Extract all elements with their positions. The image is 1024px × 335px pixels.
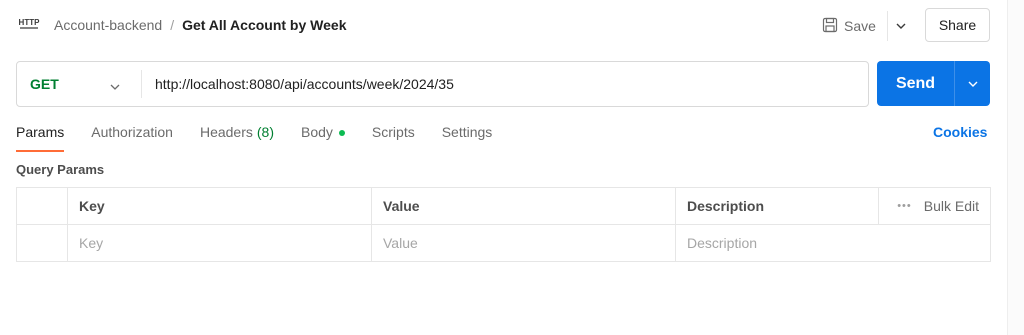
breadcrumb-collection[interactable]: Account-backend bbox=[54, 17, 162, 33]
svg-text:HTTP: HTTP bbox=[19, 18, 40, 27]
tab-body[interactable]: Body bbox=[301, 124, 345, 151]
column-header-value: Value bbox=[371, 187, 676, 225]
tab-headers-label: Headers bbox=[199, 124, 253, 140]
save-button[interactable]: Save bbox=[816, 10, 888, 42]
tab-headers[interactable]: Headers (8) bbox=[200, 124, 274, 151]
url-input[interactable] bbox=[155, 74, 855, 94]
query-params-table: Key Value Description ••• Bulk Edit bbox=[16, 187, 991, 262]
save-options-chevron-icon[interactable] bbox=[888, 10, 914, 42]
request-header: HTTP Account-backend / Get All Account b… bbox=[0, 0, 1024, 52]
bulk-edit-button[interactable]: Bulk Edit bbox=[924, 198, 979, 214]
tab-params-label: Params bbox=[16, 124, 65, 140]
description-cell[interactable] bbox=[675, 224, 991, 262]
share-button[interactable]: Share bbox=[925, 8, 990, 42]
table-row bbox=[16, 224, 991, 262]
cookies-link[interactable]: Cookies bbox=[933, 124, 987, 140]
headers-count-badge: (8) bbox=[256, 124, 274, 140]
tab-params[interactable]: Params bbox=[16, 124, 65, 152]
checkbox-header-cell bbox=[16, 187, 68, 225]
save-label: Save bbox=[844, 18, 876, 34]
http-file-icon: HTTP bbox=[18, 16, 40, 32]
breadcrumb-separator: / bbox=[170, 17, 175, 33]
save-icon bbox=[822, 17, 838, 36]
more-options-icon[interactable]: ••• bbox=[897, 200, 912, 212]
request-title[interactable]: Get All Account by Week bbox=[182, 17, 346, 33]
right-side-panel-edge bbox=[1007, 0, 1024, 335]
tab-settings-label: Settings bbox=[441, 124, 493, 140]
url-bar: GET bbox=[16, 61, 869, 107]
column-header-description: Description bbox=[675, 187, 879, 225]
send-button[interactable]: Send bbox=[877, 61, 954, 106]
method-label: GET bbox=[30, 76, 59, 92]
column-header-key: Key bbox=[67, 187, 372, 225]
tab-authorization[interactable]: Authorization bbox=[91, 124, 173, 151]
breadcrumb: Account-backend / Get All Account by Wee… bbox=[54, 17, 346, 33]
query-params-title: Query Params bbox=[16, 162, 105, 177]
key-cell[interactable] bbox=[67, 224, 372, 262]
table-header-row: Key Value Description ••• Bulk Edit bbox=[16, 187, 991, 225]
send-options-chevron-icon[interactable] bbox=[955, 61, 990, 106]
body-indicator-dot-icon bbox=[338, 130, 345, 136]
request-tabs: Params Authorization Headers (8) Body Sc… bbox=[16, 124, 519, 152]
tab-body-label: Body bbox=[301, 124, 333, 140]
value-input[interactable] bbox=[383, 235, 664, 251]
value-cell[interactable] bbox=[371, 224, 676, 262]
row-checkbox-cell bbox=[16, 224, 68, 262]
method-select[interactable]: GET bbox=[17, 62, 141, 106]
chevron-down-icon bbox=[110, 78, 120, 93]
description-input[interactable] bbox=[687, 235, 979, 251]
tab-scripts-label: Scripts bbox=[371, 124, 415, 140]
send-button-group: Send bbox=[877, 61, 990, 106]
bulk-edit-header-cell: ••• Bulk Edit bbox=[878, 187, 991, 225]
tab-settings[interactable]: Settings bbox=[442, 124, 493, 151]
key-input[interactable] bbox=[79, 235, 360, 251]
method-divider bbox=[141, 70, 142, 98]
tab-scripts[interactable]: Scripts bbox=[372, 124, 415, 151]
tab-authorization-label: Authorization bbox=[91, 124, 173, 140]
